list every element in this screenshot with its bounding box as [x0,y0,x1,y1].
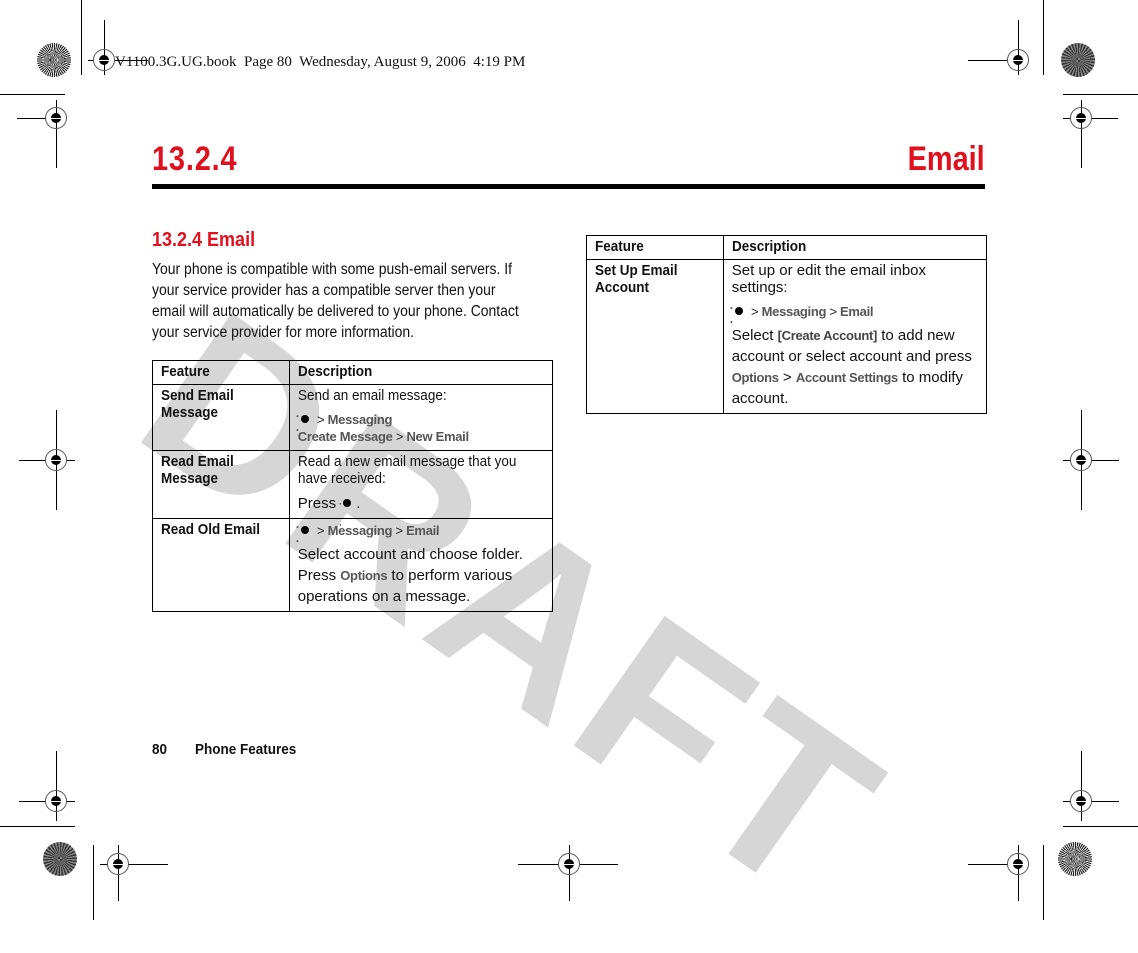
crop-mark [93,845,94,920]
color-target-icon [37,43,71,77]
color-target-icon [43,842,77,876]
feature-name: Read Email Message [161,453,234,487]
table-row: Read Email Message Read a new email mess… [152,450,554,535]
crop-mark [81,0,82,75]
feature-name: Read Old Email [161,521,261,538]
feature-name: Set Up Email Account [595,262,678,296]
header-rule [152,184,985,189]
setup-instruction: Select [Create Account] to add new accou… [731,327,972,407]
menu-path: Create Message > New Email [297,429,469,444]
crop-mark [1063,826,1138,827]
crop-mark [0,94,65,95]
registration-mark-icon [558,853,580,875]
nav-key-icon [338,493,354,535]
menu-item: Messaging [327,412,393,427]
footer-section: Phone Features [194,741,297,758]
press-instruction: Press . [298,493,544,535]
feature-table-left: Feature Description Send Email Message S… [152,360,554,612]
menu-item: New Email [406,429,469,444]
header-feature: Feature [161,363,210,380]
registration-mark-icon [93,49,115,71]
registration-mark-icon [1070,790,1092,812]
registration-mark-icon [1007,49,1029,71]
color-target-icon [1058,842,1092,876]
menu-path: > Messaging [296,409,544,437]
chapter-number: 13.2.4 [152,140,238,178]
registration-mark-icon [1070,449,1092,471]
soft-key-label: Options [340,568,388,583]
nav-key-icon [296,520,312,548]
menu-item: Create Message [297,429,393,444]
nav-key-icon [296,409,312,437]
menu-path: > Messaging > Email [730,301,978,329]
table-header-row: Feature Description [586,235,988,260]
page-number: 80 [152,741,168,758]
soft-key-label: Options [731,370,779,385]
feature-name: Send Email Message [161,387,234,421]
table-row: Send Email Message Send an email message… [152,384,554,451]
registration-mark-icon [107,853,129,875]
header-description: Description [731,238,806,255]
registration-mark-icon [1070,107,1092,129]
soft-key-label: Account Settings [795,370,898,385]
crop-mark [1043,0,1044,75]
color-target-icon [1061,43,1095,77]
feature-description: Send an email message: [297,387,447,404]
menu-item: Messaging [761,304,827,319]
registration-mark-icon [45,790,67,812]
feature-description: Read a new email message that you have r… [297,453,517,487]
registration-mark-icon [45,449,67,471]
nav-key-icon [730,301,746,329]
feature-description: Set up or edit the email inbox settings: [731,262,927,296]
crop-mark [1043,845,1044,920]
header-feature: Feature [595,238,644,255]
feature-table-right: Feature Description Set Up Email Account… [586,235,988,414]
section-title: 13.2.4 Email [152,229,256,251]
soft-key-label: [Create Account] [777,328,878,343]
table-row: Set Up Email Account Set up or edit the … [586,259,988,414]
table-header-row: Feature Description [152,360,554,385]
header-description: Description [297,363,372,380]
registration-mark-icon [1007,853,1029,875]
print-header: V1100.3G.UG.book Page 80 Wednesday, Augu… [115,54,526,70]
chapter-title: Email [907,140,985,178]
intro-paragraph: Your phone is compatible with some push-… [152,261,519,341]
feature-description: Select account and choose folder. Press … [297,546,523,605]
crop-mark [0,826,75,827]
menu-item: Email [840,304,874,319]
menu-item: Email [406,523,440,538]
page-footer: 80 Phone Features [152,741,307,758]
menu-path: > Messaging > Email [296,520,544,548]
crop-mark [1063,94,1138,95]
registration-mark-icon [45,107,67,129]
